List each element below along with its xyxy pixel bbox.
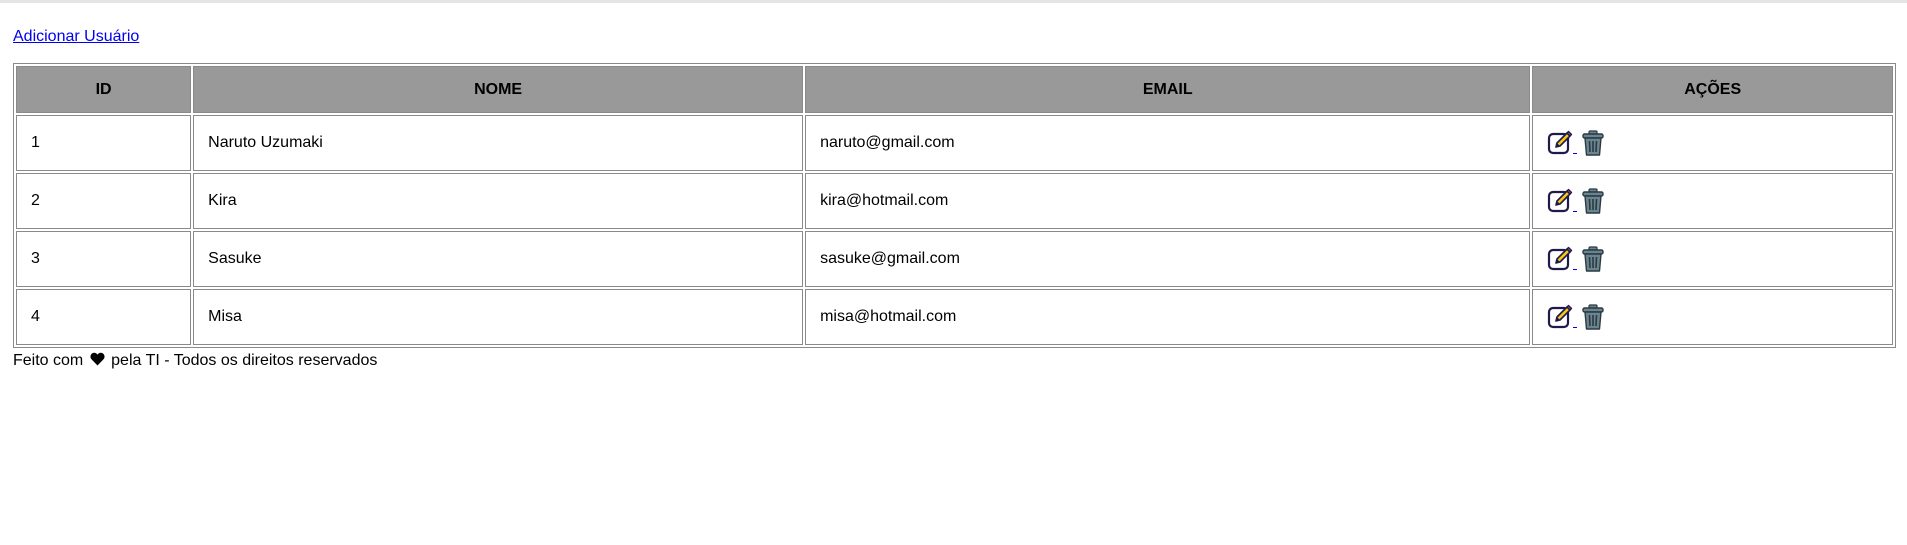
users-table: ID NOME EMAIL AÇÕES 1 Naruto Uzumaki nar… [13, 63, 1896, 348]
footer-suffix: pela TI - Todos os direitos reservados [111, 352, 378, 369]
edit-button[interactable] [1547, 246, 1578, 272]
delete-button[interactable] [1580, 188, 1606, 214]
page-content: Adicionar Usuário ID NOME EMAIL AÇÕES 1 … [13, 28, 1896, 371]
table-row: 3 Sasuke sasuke@gmail.com [16, 231, 1893, 287]
cell-id: 4 [16, 289, 192, 345]
cell-id: 1 [16, 115, 192, 171]
cell-email: kira@hotmail.com [805, 173, 1531, 229]
cell-id: 3 [16, 231, 192, 287]
footer: Feito com pela TI - Todos os direitos re… [13, 351, 1895, 371]
delete-button[interactable] [1580, 246, 1606, 272]
cell-acoes [1532, 289, 1893, 345]
trash-icon [1582, 188, 1605, 214]
cell-email: misa@hotmail.com [805, 289, 1531, 345]
row-actions [1547, 304, 1892, 330]
cell-id: 2 [16, 173, 192, 229]
delete-button[interactable] [1580, 304, 1606, 330]
trash-icon [1582, 246, 1605, 272]
edit-button[interactable] [1547, 304, 1578, 330]
cell-acoes [1532, 173, 1893, 229]
heart-icon [90, 352, 105, 366]
cell-email: sasuke@gmail.com [805, 231, 1531, 287]
delete-button[interactable] [1580, 130, 1606, 156]
cell-acoes [1532, 231, 1893, 287]
column-header-id: ID [16, 66, 192, 113]
cell-nome: Sasuke [193, 231, 804, 287]
add-user-link[interactable]: Adicionar Usuário [13, 28, 139, 46]
cell-acoes [1532, 115, 1893, 171]
edit-button[interactable] [1547, 130, 1578, 156]
row-actions [1547, 130, 1892, 156]
edit-icon [1548, 188, 1573, 213]
cell-email: naruto@gmail.com [805, 115, 1531, 171]
row-actions [1547, 188, 1892, 214]
table-header-row: ID NOME EMAIL AÇÕES [16, 66, 1893, 113]
trash-icon [1582, 304, 1605, 330]
row-actions [1547, 246, 1892, 272]
edit-icon [1548, 246, 1573, 271]
edit-icon [1548, 130, 1573, 155]
cell-nome: Misa [193, 289, 804, 345]
browser-top-border [0, 0, 1907, 3]
column-header-email: EMAIL [805, 66, 1531, 113]
table-row: 1 Naruto Uzumaki naruto@gmail.com [16, 115, 1893, 171]
column-header-nome: NOME [193, 66, 804, 113]
edit-icon [1548, 304, 1573, 329]
table-row: 4 Misa misa@hotmail.com [16, 289, 1893, 345]
cell-nome: Kira [193, 173, 804, 229]
column-header-acoes: AÇÕES [1532, 66, 1893, 113]
edit-button[interactable] [1547, 188, 1578, 214]
table-row: 2 Kira kira@hotmail.com [16, 173, 1893, 229]
trash-icon [1582, 130, 1605, 156]
cell-nome: Naruto Uzumaki [193, 115, 804, 171]
footer-prefix: Feito com [13, 352, 84, 369]
